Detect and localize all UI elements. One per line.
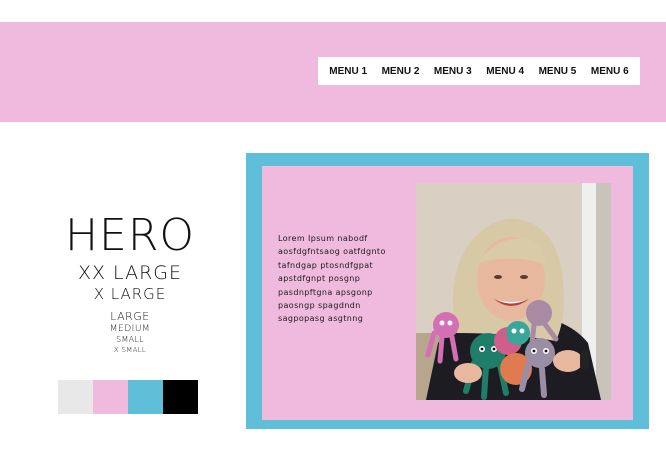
portrait-photo (416, 183, 611, 400)
type-scale: HERO XX LARGE X LARGE LARGE MEDIUM SMALL… (60, 212, 200, 355)
type-x-small: X SMALL (113, 346, 147, 354)
menu-item-4[interactable]: MENU 4 (486, 66, 524, 77)
type-medium: MEDIUM (109, 324, 151, 334)
card-body-text: Lorem Ipsum nabodf aosfdgfntsaog oatfdgn… (278, 234, 386, 324)
menu-item-1[interactable]: MENU 1 (329, 66, 367, 77)
menu-item-5[interactable]: MENU 5 (539, 66, 577, 77)
portrait-photo-icon (416, 183, 611, 400)
swatch-blue (128, 380, 163, 414)
type-x-large: X LARGE (93, 285, 167, 303)
swatch-light-gray (58, 380, 93, 414)
menu-item-6[interactable]: MENU 6 (591, 66, 629, 77)
menu-item-2[interactable]: MENU 2 (382, 66, 420, 77)
menu-item-3[interactable]: MENU 3 (434, 66, 472, 77)
swatch-pink (93, 380, 128, 414)
type-xx-large: XX LARGE (77, 262, 183, 284)
color-palette (58, 380, 198, 414)
swatch-black (163, 380, 198, 414)
type-large: LARGE (110, 310, 150, 323)
type-small: SMALL (116, 335, 144, 344)
type-hero: HERO (64, 210, 196, 261)
main-menu: MENU 1 MENU 2 MENU 3 MENU 4 MENU 5 MENU … (318, 57, 640, 85)
